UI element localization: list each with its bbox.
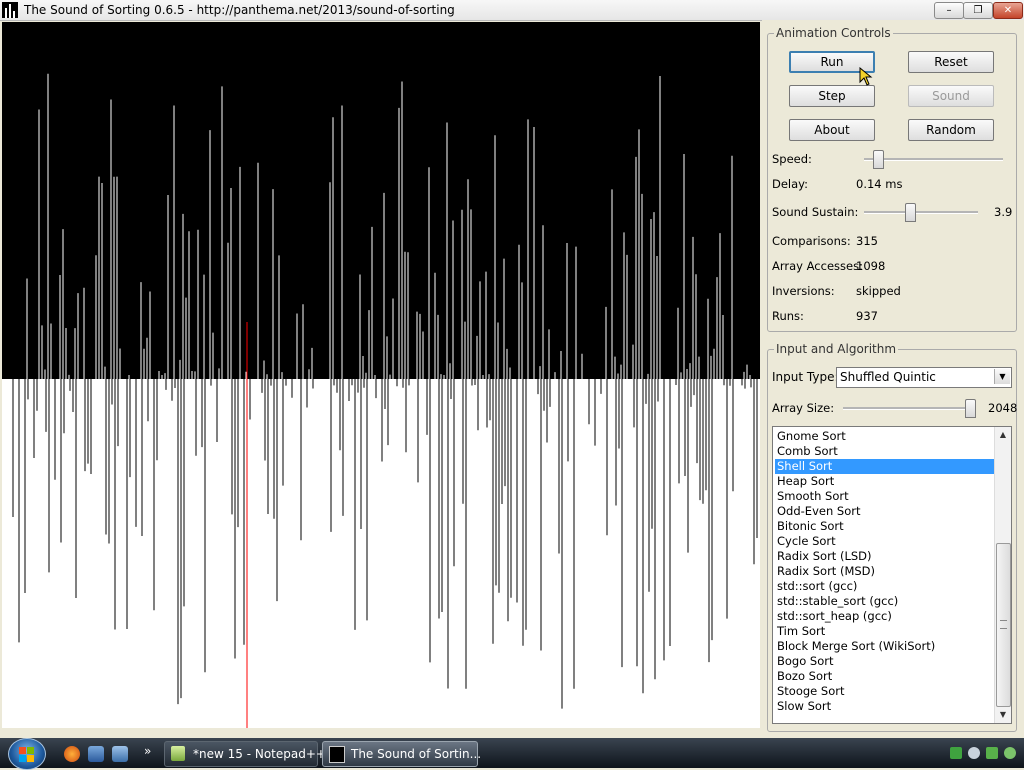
array-size-slider-thumb[interactable] — [964, 399, 976, 418]
delay-value: 0.14 ms — [856, 177, 903, 191]
speed-slider-track[interactable] — [864, 158, 1003, 161]
security-icon[interactable] — [986, 747, 998, 759]
algorithm-list-item[interactable]: std::sort_heap (gcc) — [775, 609, 995, 624]
algorithm-list-item[interactable]: Radix Sort (LSD) — [775, 549, 995, 564]
comparisons-label: Comparisons: — [772, 234, 851, 248]
chevron-down-icon[interactable]: ▼ — [994, 369, 1010, 384]
firefox-icon[interactable] — [64, 746, 80, 762]
control-panel: Animation Controls Run Reset Step Sound … — [762, 20, 1024, 738]
delay-label: Delay: — [772, 177, 809, 191]
algorithm-list-item[interactable]: Bogo Sort — [775, 654, 995, 669]
speed-label: Speed: — [772, 152, 812, 166]
scroll-down-icon[interactable]: ▼ — [995, 707, 1011, 723]
array-size-label: Array Size: — [772, 401, 835, 415]
algorithm-list[interactable]: Gnome Sort Comb Sort Shell Sort Heap Sort Sm… — [772, 426, 1012, 724]
inversions-value: skipped — [856, 284, 901, 298]
taskbar: » *new 15 - Notepad++ The Sound of Sorti… — [0, 738, 1024, 770]
algorithm-list-item[interactable]: Block Merge Sort (WikiSort) — [775, 639, 995, 654]
app-icon[interactable] — [2, 2, 18, 18]
quicklaunch-overflow-icon[interactable]: » — [144, 744, 151, 758]
runs-value: 937 — [856, 309, 878, 323]
sound-sustain-label: Sound Sustain: — [772, 205, 859, 219]
algorithm-list-item[interactable]: Smooth Sort — [775, 489, 995, 504]
algorithm-list-item[interactable]: Radix Sort (MSD) — [775, 564, 995, 579]
scrollbar-thumb[interactable] — [996, 543, 1011, 707]
sound-sustain-slider-track[interactable] — [864, 211, 978, 214]
array-accesses-label: Array Accesses: — [772, 259, 863, 273]
mouse-cursor-icon — [859, 67, 873, 86]
algorithm-list-item[interactable]: Bitonic Sort — [775, 519, 995, 534]
runs-label: Runs: — [772, 309, 804, 323]
task-sound-of-sorting[interactable]: The Sound of Sortin... — [322, 741, 482, 767]
grip-icon — [1000, 620, 1007, 629]
notepad-icon — [171, 746, 185, 761]
algorithm-list-item[interactable]: Stooge Sort — [775, 684, 995, 699]
input-type-select[interactable]: Shuffled Quintic ▼ — [836, 367, 1012, 388]
array-size-slider-track[interactable] — [843, 407, 976, 410]
algorithm-list-item[interactable]: Shell Sort — [775, 459, 995, 474]
input-type-value: Shuffled Quintic — [840, 370, 936, 384]
input-algorithm-legend: Input and Algorithm — [776, 342, 897, 356]
messenger-icon[interactable] — [1004, 747, 1016, 759]
scroll-up-icon[interactable]: ▲ — [995, 427, 1011, 443]
task-sound-of-sorting-label: The Sound of Sortin... — [351, 747, 482, 761]
random-button[interactable]: Random — [908, 119, 994, 141]
algorithm-list-item[interactable]: Cycle Sort — [775, 534, 995, 549]
speed-slider-thumb[interactable] — [873, 150, 885, 169]
maximize-button[interactable]: ❐ — [963, 2, 993, 19]
volume-icon[interactable] — [968, 747, 980, 759]
algorithm-list-item[interactable]: std::sort (gcc) — [775, 579, 995, 594]
switch-windows-icon[interactable] — [112, 746, 128, 762]
step-button[interactable]: Step — [789, 85, 875, 107]
bar-mass — [2, 379, 760, 728]
start-button[interactable] — [8, 738, 46, 770]
algorithm-list-scrollbar[interactable]: ▲ ▼ — [994, 427, 1011, 723]
show-desktop-icon[interactable] — [88, 746, 104, 762]
algorithm-list-item[interactable]: Bozo Sort — [775, 669, 995, 684]
array-accesses-value: 1098 — [856, 259, 886, 273]
algorithm-list-item[interactable]: Heap Sort — [775, 474, 995, 489]
window-title: The Sound of Sorting 0.6.5 - http://pant… — [24, 3, 455, 17]
sorting-visualization — [2, 22, 760, 728]
array-size-value: 2048 — [988, 401, 1018, 415]
sound-sustain-slider-thumb[interactable] — [904, 203, 916, 222]
title-bar: The Sound of Sorting 0.6.5 - http://pant… — [0, 0, 1024, 21]
algorithm-list-item[interactable]: std::stable_sort (gcc) — [775, 594, 995, 609]
algorithm-list-item[interactable]: Odd-Even Sort — [775, 504, 995, 519]
task-notepad-label: *new 15 - Notepad++ — [193, 747, 326, 761]
network-icon[interactable] — [950, 747, 962, 759]
algorithm-list-item[interactable]: Tim Sort — [775, 624, 995, 639]
algorithm-list-item[interactable]: Comb Sort — [775, 444, 995, 459]
algorithm-list-item[interactable]: Gnome Sort — [775, 429, 995, 444]
sound-button[interactable]: Sound — [908, 85, 994, 107]
visualization-canvas — [2, 73, 760, 728]
comparisons-value: 315 — [856, 234, 878, 248]
sound-of-sorting-icon — [329, 746, 345, 763]
task-notepad[interactable]: *new 15 - Notepad++ — [164, 741, 326, 767]
animation-controls-legend: Animation Controls — [776, 26, 891, 40]
about-button[interactable]: About — [789, 119, 875, 141]
algorithm-list-item[interactable]: Slow Sort — [775, 699, 995, 714]
sound-sustain-value: 3.9 — [994, 205, 1013, 219]
inversions-label: Inversions: — [772, 284, 835, 298]
input-type-label: Input Type: — [772, 370, 839, 384]
reset-button[interactable]: Reset — [908, 51, 994, 73]
minimize-button[interactable]: – — [934, 2, 964, 19]
close-button[interactable]: ✕ — [993, 2, 1023, 19]
